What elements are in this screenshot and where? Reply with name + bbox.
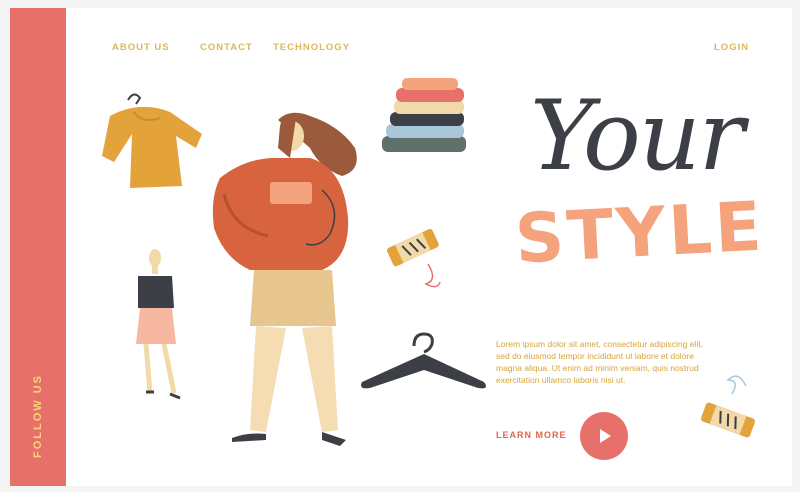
hero-title-style: STYLE — [513, 187, 767, 280]
hero-title-your: Your — [530, 80, 745, 192]
sweater-illustration — [102, 93, 202, 188]
play-button[interactable] — [580, 412, 628, 460]
learn-more-link[interactable]: LEARN MORE — [496, 430, 567, 440]
thread-spool-illustration — [387, 228, 439, 267]
thread-spool-illustration-2 — [700, 402, 756, 438]
hero-body-text: Lorem ipsum dolor sit amet, consectetur … — [496, 339, 703, 385]
play-icon — [600, 429, 611, 443]
landing-page: FOLLOW US ABOUT US CONTACT TECHNOLOGY LO… — [10, 8, 792, 486]
hanger-illustration — [361, 332, 486, 389]
woman-illustration — [212, 112, 357, 446]
mannequin-illustration — [136, 249, 181, 400]
folded-clothes-illustration — [382, 78, 466, 152]
